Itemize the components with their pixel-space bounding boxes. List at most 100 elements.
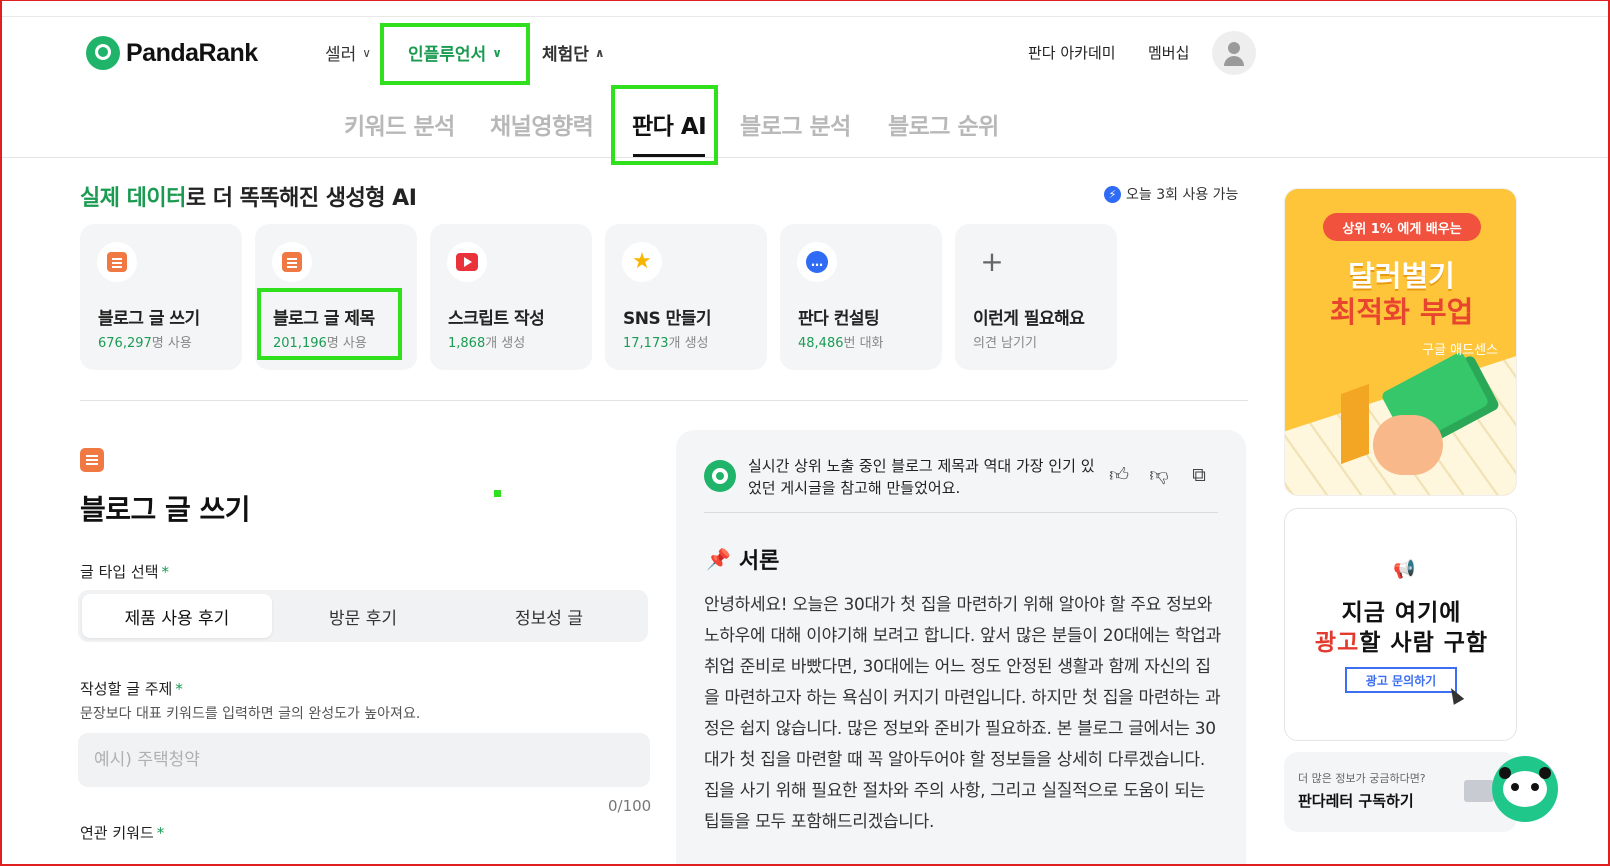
required-mark: * xyxy=(156,824,165,842)
nav-experience-label: 체험단 xyxy=(542,45,589,65)
card-stat-unit: 명 사용 xyxy=(151,336,192,351)
ad-headline-2: 최적화 부업 xyxy=(1329,295,1474,329)
card-stat: 676,297명 사용 xyxy=(98,332,192,351)
keyword-label: 연관 키워드 * xyxy=(80,822,164,843)
topic-input[interactable] xyxy=(78,733,650,787)
topic-label: 작성할 글 주제 * xyxy=(80,678,183,699)
brand-name: PandaRank xyxy=(126,38,258,67)
ad-badge: 상위 1% 에게 배우는 xyxy=(1323,213,1481,241)
topic-label-text: 작성할 글 주제 xyxy=(80,680,173,698)
type-visit-review[interactable]: 방문 후기 xyxy=(268,594,458,638)
hand-icon xyxy=(1373,415,1443,475)
card-request[interactable]: + 이런게 필요해요 의견 남기기 xyxy=(955,224,1117,370)
card-stat-unit: 번 대화 xyxy=(843,336,884,351)
marker-dot xyxy=(494,490,501,497)
type-product-review[interactable]: 제품 사용 후기 xyxy=(82,594,272,638)
card-stat: 17,173개 생성 xyxy=(623,332,709,351)
card-stat: 1,868개 생성 xyxy=(448,332,525,351)
usage-indicator: ⚡ 오늘 3회 사용 가능 xyxy=(1104,184,1238,204)
logo[interactable]: PandaRank xyxy=(86,36,258,70)
card-title: 스크립트 작성 xyxy=(448,309,545,329)
play-icon xyxy=(447,242,487,282)
required-mark: * xyxy=(161,563,170,581)
type-info-post[interactable]: 정보성 글 xyxy=(454,594,644,638)
panda-chat-button[interactable] xyxy=(1492,756,1558,822)
thumbs-up-icon[interactable]: 👍︎ xyxy=(1108,464,1130,486)
cursor-icon xyxy=(1445,685,1465,705)
newsletter-title: 판다레터 구독하기 xyxy=(1298,792,1414,810)
megaphone-icon: 📢 xyxy=(1393,559,1416,580)
form-title: 블로그 글 쓰기 xyxy=(80,493,251,526)
result-actions: 👍︎ 👎︎ ⧉ xyxy=(1108,464,1210,486)
highlight-box xyxy=(257,288,402,360)
ad-line-1: 지금 여기에 xyxy=(1341,600,1462,626)
newsletter-card[interactable]: 더 많은 정보가 궁금하다면? 판다레터 구독하기 xyxy=(1284,752,1517,832)
panda-icon xyxy=(1499,767,1547,807)
headline-accent: 실제 데이터 xyxy=(80,186,186,211)
nav-seller[interactable]: 셀러 ∨ xyxy=(325,40,371,65)
result-description: 실시간 상위 노출 중인 블로그 제목과 역대 가장 인기 있었던 게시글을 참… xyxy=(748,457,1095,497)
thumbs-down-icon[interactable]: 👎︎ xyxy=(1148,464,1170,486)
card-stat: 의견 남기기 xyxy=(973,332,1037,351)
section-heading-text: 서론 xyxy=(738,549,780,574)
ad-banner-recruit[interactable]: 📢 지금 여기에 광고할 사람 구함 광고 문의하기 xyxy=(1284,508,1517,741)
headline-rest: 로 더 똑똑해진 생성형 AI xyxy=(185,186,417,211)
ad-inquiry-button[interactable]: 광고 문의하기 xyxy=(1345,667,1457,693)
generated-text: 안녕하세요! 오늘은 30대가 첫 집을 마련하기 위해 알아야 할 주요 정보… xyxy=(704,595,1221,832)
nav-experience[interactable]: 체험단 ∧ xyxy=(542,40,605,65)
user-icon xyxy=(1228,42,1240,54)
ad-door-graphic xyxy=(1341,383,1369,465)
doc-icon xyxy=(80,448,104,472)
ad-line-2-rest: 할 사람 구함 xyxy=(1359,630,1489,656)
ad-line-2: 광고할 사람 구함 xyxy=(1285,623,1518,657)
type-selector: 제품 사용 후기 방문 후기 정보성 글 xyxy=(78,590,648,642)
required-mark: * xyxy=(175,680,183,698)
avatar[interactable] xyxy=(1212,31,1256,75)
academy-link[interactable]: 판다 아카데미 xyxy=(1028,42,1116,63)
list-icon xyxy=(272,242,312,282)
tab-keyword-analysis[interactable]: 키워드 분석 xyxy=(344,107,455,141)
tab-blog-analysis[interactable]: 블로그 분석 xyxy=(740,107,851,141)
ad-line-2-accent: 광고 xyxy=(1314,630,1360,656)
copy-icon[interactable]: ⧉ xyxy=(1188,464,1210,486)
card-stat-unit: 개 생성 xyxy=(668,336,709,351)
card-sns[interactable]: ★ SNS 만들기 17,173개 생성 xyxy=(605,224,767,370)
logo-icon xyxy=(86,36,120,70)
page-headline: 실제 데이터로 더 똑똑해진 생성형 AI xyxy=(80,180,417,212)
highlight-box xyxy=(380,23,530,85)
card-stat-number: 676,297 xyxy=(98,336,152,351)
nav-seller-label: 셀러 xyxy=(325,45,357,65)
plus-icon: + xyxy=(980,245,1004,278)
card-stat-number: 1,868 xyxy=(448,336,486,351)
card-blog-write[interactable]: 블로그 글 쓰기 676,297명 사용 xyxy=(80,224,242,370)
card-stat-unit: 의견 남기기 xyxy=(973,336,1037,351)
chevron-down-icon: ∨ xyxy=(362,45,372,60)
type-label-text: 글 타입 선택 xyxy=(80,563,159,581)
membership-link[interactable]: 멤버십 xyxy=(1148,42,1189,63)
card-title: 판다 컨설팅 xyxy=(798,309,880,329)
card-stat-number: 48,486 xyxy=(798,336,844,351)
newsletter-subtext: 더 많은 정보가 궁금하다면? xyxy=(1298,772,1426,785)
ad-banner-adsense[interactable]: 상위 1% 에게 배우는 달러벌기 최적화 부업 구글 애드센스 xyxy=(1284,188,1517,496)
card-title: SNS 만들기 xyxy=(623,309,712,329)
card-stat-unit: 개 생성 xyxy=(485,336,526,351)
chevron-up-icon: ∧ xyxy=(594,45,605,60)
card-consulting[interactable]: … 판다 컨설팅 48,486번 대화 xyxy=(780,224,942,370)
section-divider xyxy=(80,400,1248,401)
card-script[interactable]: 스크립트 작성 1,868개 생성 xyxy=(430,224,592,370)
chat-icon: … xyxy=(797,242,837,282)
section-heading: 📌 서론 xyxy=(706,543,779,575)
tab-channel-influence[interactable]: 채널영향력 xyxy=(490,107,594,141)
card-stat: 48,486번 대화 xyxy=(798,332,884,351)
topic-helper: 문장보다 대표 키워드를 입력하면 글의 완성도가 높아져요. xyxy=(80,706,421,722)
header-divider xyxy=(2,157,1608,158)
card-title: 블로그 글 쓰기 xyxy=(98,309,200,329)
user-icon-body xyxy=(1224,56,1244,66)
pushpin-icon: 📌 xyxy=(706,547,731,571)
top-divider xyxy=(2,16,1608,17)
highlight-box xyxy=(611,85,718,165)
char-counter: 0/100 xyxy=(608,797,652,815)
tab-blog-rank[interactable]: 블로그 순위 xyxy=(888,107,999,141)
usage-text: 오늘 3회 사용 가능 xyxy=(1126,187,1239,203)
panda-logo-icon xyxy=(704,460,736,492)
